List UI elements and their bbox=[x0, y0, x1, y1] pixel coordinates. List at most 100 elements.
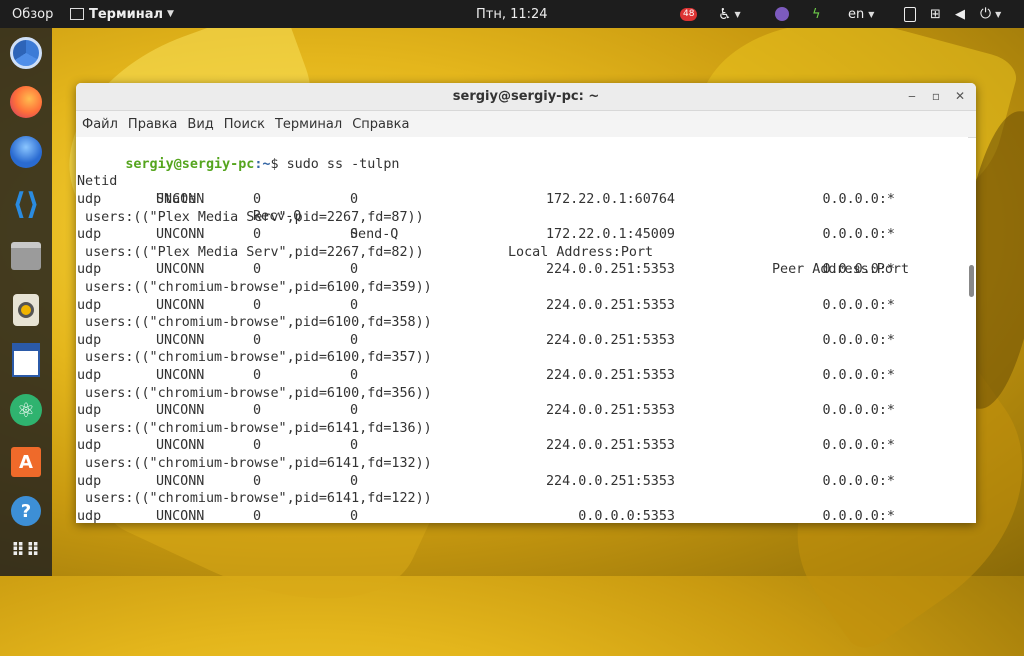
socket-users-line: users:(("chromium-browse",pid=6100,fd=35… bbox=[77, 350, 432, 366]
cell-recvq: 0 bbox=[253, 297, 262, 313]
power-icon[interactable]: ⏻ ▼ bbox=[980, 0, 1001, 28]
cell-netid: udp bbox=[77, 403, 102, 419]
vscode-icon[interactable]: ⟨⟩ bbox=[6, 184, 46, 224]
cell-netid: udp bbox=[77, 438, 102, 454]
socket-row: udp UNCONN 0 0 224.0.0.251:5353 0.0.0.0:* bbox=[77, 473, 967, 491]
scrollbar[interactable] bbox=[968, 137, 974, 523]
rhythmbox-icon[interactable] bbox=[6, 290, 46, 330]
chromium-icon[interactable] bbox=[6, 33, 46, 73]
socket-users-line: users:(("chromium-browse",pid=6100,fd=35… bbox=[77, 280, 432, 295]
cell-recvq: 0 bbox=[253, 473, 262, 489]
app-grid-icon[interactable]: ⠿⠿ bbox=[6, 530, 46, 570]
minimize-button[interactable]: ‒ bbox=[904, 89, 920, 103]
cell-sendq: 0 bbox=[350, 438, 359, 454]
viber-icon[interactable] bbox=[775, 0, 789, 28]
cell-recvq: 0 bbox=[253, 403, 262, 419]
maximize-button[interactable]: ▫ bbox=[928, 89, 944, 103]
socket-row: udp UNCONN 0 0 172.22.0.1:60764 0.0.0.0:* bbox=[77, 191, 967, 209]
cell-local: 224.0.0.251:5353 bbox=[546, 332, 675, 348]
app-menu[interactable]: Терминал ▼ bbox=[70, 0, 174, 28]
notifications-indicator[interactable]: 48 bbox=[680, 0, 698, 28]
cell-state: UNCONN bbox=[156, 332, 205, 348]
atom-icon[interactable]: ⚛ bbox=[6, 390, 46, 430]
volume-icon[interactable]: ◀ bbox=[955, 0, 965, 28]
cell-sendq: 0 bbox=[350, 332, 359, 348]
socket-row: udp UNCONN 0 0 224.0.0.251:5353 0.0.0.0:* bbox=[77, 332, 967, 350]
firefox-icon[interactable] bbox=[6, 82, 46, 122]
cell-netid: udp bbox=[77, 227, 102, 243]
cell-state: UNCONN bbox=[156, 368, 205, 383]
thunderbird-icon[interactable] bbox=[6, 132, 46, 172]
language-indicator[interactable]: en ▼ bbox=[848, 0, 874, 28]
cell-sendq: 0 bbox=[350, 508, 359, 523]
window-titlebar[interactable]: sergiy@sergiy-pc: ~ ‒ ▫ ✕ bbox=[76, 83, 976, 111]
cell-peer: 0.0.0.0:* bbox=[822, 438, 895, 454]
accessibility-glyph: ♿ bbox=[718, 5, 732, 23]
cell-netid: udp bbox=[77, 473, 102, 489]
cell-netid: udp bbox=[77, 262, 102, 278]
files-icon[interactable] bbox=[6, 236, 46, 276]
cell-recvq: 0 bbox=[253, 227, 262, 243]
socket-row: udp UNCONN 0 0 224.0.0.251:5353 0.0.0.0:* bbox=[77, 367, 967, 385]
menu-help[interactable]: Справка bbox=[352, 117, 409, 132]
cell-local: 172.22.0.1:45009 bbox=[546, 227, 675, 243]
cell-state: UNCONN bbox=[156, 473, 205, 489]
menu-edit[interactable]: Правка bbox=[128, 117, 177, 132]
cell-netid: udp bbox=[77, 297, 102, 313]
socket-row: udp UNCONN 0 0 0.0.0.0:5353 0.0.0.0:* bbox=[77, 508, 967, 523]
cell-local: 224.0.0.251:5353 bbox=[546, 368, 675, 383]
accessibility-icon[interactable]: ♿ ▼ bbox=[718, 0, 741, 28]
terminal-output[interactable]: sergiy@sergiy-pc:~$ sudo ss -tulpn Netid… bbox=[76, 137, 968, 523]
cell-local: 224.0.0.251:5353 bbox=[546, 262, 675, 278]
cell-local: 172.22.0.1:60764 bbox=[546, 192, 675, 207]
menu-view[interactable]: Вид bbox=[187, 117, 213, 132]
dock: ⟨⟩ ⚛ A ? ⠿⠿ bbox=[0, 28, 52, 576]
cell-state: UNCONN bbox=[156, 297, 205, 313]
network-icon[interactable]: ⊞ bbox=[930, 0, 941, 28]
cell-recvq: 0 bbox=[253, 508, 262, 523]
socket-users-line: users:(("chromium-browse",pid=6100,fd=35… bbox=[77, 315, 432, 331]
window-title: sergiy@sergiy-pc: ~ bbox=[452, 89, 600, 104]
cell-peer: 0.0.0.0:* bbox=[822, 262, 895, 278]
socket-users-line: users:(("chromium-browse",pid=6141,fd=13… bbox=[77, 420, 432, 436]
clock[interactable]: Птн, 11:24 bbox=[476, 0, 548, 28]
app-menu-label: Терминал bbox=[89, 6, 164, 22]
kdeconnect-icon[interactable] bbox=[904, 0, 916, 28]
cell-netid: udp bbox=[77, 332, 102, 348]
activity-glyph: ϟ bbox=[812, 6, 821, 22]
header-line: Netid State Recv-Q Send-Q Local Address:… bbox=[77, 156, 967, 277]
menu-file[interactable]: Файл bbox=[82, 117, 118, 132]
cell-peer: 0.0.0.0:* bbox=[822, 332, 895, 348]
cell-sendq: 0 bbox=[350, 227, 359, 243]
socket-users-line: users:(("chromium-browse",pid=6141,fd=13… bbox=[77, 456, 432, 471]
socket-users-line: users:(("chromium-browse",pid=6100,fd=35… bbox=[77, 385, 432, 401]
cell-state: UNCONN bbox=[156, 227, 205, 243]
socket-row: udp UNCONN 0 0 224.0.0.251:5353 0.0.0.0:* bbox=[77, 402, 967, 420]
cell-netid: udp bbox=[77, 368, 102, 383]
cell-state: UNCONN bbox=[156, 438, 205, 454]
network-glyph: ⊞ bbox=[930, 6, 941, 22]
cell-recvq: 0 bbox=[253, 438, 262, 454]
phone-glyph bbox=[904, 6, 916, 22]
socket-users-line: users:(("Plex Media Serv",pid=2267,fd=82… bbox=[77, 244, 424, 260]
menu-search[interactable]: Поиск bbox=[224, 117, 265, 132]
menu-terminal[interactable]: Терминал bbox=[275, 117, 342, 132]
activity-tray-icon[interactable]: ϟ bbox=[812, 0, 821, 28]
close-button[interactable]: ✕ bbox=[952, 89, 968, 103]
power-glyph: ⏻ bbox=[980, 6, 992, 22]
cell-local: 224.0.0.251:5353 bbox=[546, 403, 675, 419]
libreoffice-writer-icon[interactable] bbox=[6, 340, 46, 380]
cell-recvq: 0 bbox=[253, 332, 262, 348]
software-center-icon[interactable]: A bbox=[6, 442, 46, 482]
activities-button[interactable]: Обзор bbox=[12, 0, 53, 28]
prompt-line: sergiy@sergiy-pc:~$ sudo ss -tulpn bbox=[77, 138, 399, 172]
clock-label: Птн, 11:24 bbox=[476, 6, 548, 22]
menubar: Файл Правка Вид Поиск Терминал Справка bbox=[76, 111, 976, 138]
top-bar: Обзор Терминал ▼ Птн, 11:24 48 ♿ ▼ ϟ en … bbox=[0, 0, 1024, 28]
cell-peer: 0.0.0.0:* bbox=[822, 192, 895, 207]
socket-row: udp UNCONN 0 0 172.22.0.1:45009 0.0.0.0:* bbox=[77, 226, 967, 244]
activities-label: Обзор bbox=[12, 6, 54, 22]
scrollbar-thumb[interactable] bbox=[969, 265, 974, 297]
cell-sendq: 0 bbox=[350, 262, 359, 278]
help-icon[interactable]: ? bbox=[6, 491, 46, 531]
